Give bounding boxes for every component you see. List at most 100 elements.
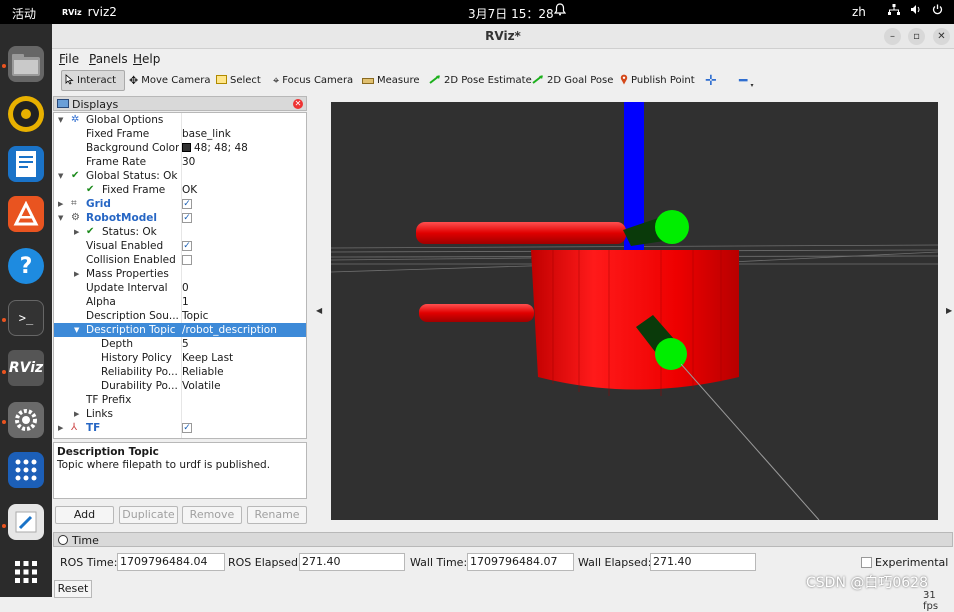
tree-row-global-status[interactable]: ▼ ✔ Global Status: Ok <box>54 169 306 183</box>
window-title: RViz* <box>485 29 521 43</box>
visual-enabled-checkbox[interactable]: ✓ <box>182 241 192 251</box>
tree-row-fixed-frame[interactable]: Fixed Frame base_link <box>54 127 306 141</box>
add-display-button[interactable]: Add <box>55 506 114 524</box>
text-editor-icon[interactable] <box>8 504 44 540</box>
ros-elapsed-field[interactable]: 271.40 <box>299 553 405 571</box>
menu-file[interactable]: File <box>59 52 79 66</box>
tree-row-alpha[interactable]: Alpha 1 <box>54 295 306 309</box>
tree-row-update-interval[interactable]: Update Interval 0 <box>54 281 306 295</box>
pose-estimate-tool[interactable]: 2D Pose Estimate <box>426 70 535 91</box>
tree-row-frame-rate[interactable]: Frame Rate 30 <box>54 155 306 169</box>
tree-row-description-topic[interactable]: ▼ Description Topic /robot_description <box>54 323 306 337</box>
tf-axes-icon: ⅄ <box>71 422 78 433</box>
remove-display-button[interactable]: Remove <box>182 506 242 524</box>
experimental-checkbox[interactable] <box>861 557 872 568</box>
ros-time-label: ROS Time: <box>60 556 118 569</box>
collapse-right-arrow-icon[interactable]: ▶ <box>946 306 952 315</box>
green-arrow-icon <box>532 75 544 86</box>
description-title: Description Topic <box>57 446 159 458</box>
tree-row-depth[interactable]: Depth 5 <box>54 337 306 351</box>
crosshair-icon: ⌖ <box>273 74 280 87</box>
displays-panel: Displays ✕ ▼ ✲ Global Options Fixed Fram… <box>53 96 307 571</box>
tree-row-global-options[interactable]: ▼ ✲ Global Options <box>54 113 306 127</box>
measure-tool[interactable]: Measure <box>359 70 423 91</box>
panel-close-icon[interactable]: ✕ <box>293 99 303 109</box>
menu-panels[interactable]: Panels <box>89 52 128 66</box>
tf-enabled-checkbox[interactable]: ✓ <box>182 423 192 433</box>
select-tool[interactable]: Select <box>213 70 264 91</box>
tree-row-history-policy[interactable]: History Policy Keep Last <box>54 351 306 365</box>
displays-panel-header[interactable]: Displays ✕ <box>53 96 307 111</box>
maximize-button[interactable]: ▫ <box>908 28 925 45</box>
move-camera-tool[interactable]: ✥ Move Camera <box>126 70 213 91</box>
help-app-icon[interactable]: ? <box>8 248 44 284</box>
ok-check-icon: ✔ <box>86 226 95 237</box>
publish-point-tool[interactable]: Publish Point <box>617 70 698 91</box>
duplicate-display-button[interactable]: Duplicate <box>119 506 178 524</box>
rviz-app-dock-icon[interactable]: RViz <box>8 350 44 386</box>
minimize-button[interactable]: – <box>884 28 901 45</box>
tree-row-durability-policy[interactable]: Durability Po... Volatile <box>54 379 306 393</box>
window-titlebar[interactable]: RViz* – ▫ ✕ <box>52 24 954 49</box>
tree-row-robotmodel[interactable]: ▼ ⚙ RobotModel ✓ <box>54 211 306 225</box>
displays-tree[interactable]: ▼ ✲ Global Options Fixed Frame base_link… <box>53 112 307 439</box>
add-tool-icon[interactable]: ✛ <box>702 70 720 91</box>
tree-row-links[interactable]: ▶ Links <box>54 407 306 421</box>
tree-row-visual-enabled[interactable]: Visual Enabled ✓ <box>54 239 306 253</box>
tree-row-mass-properties[interactable]: ▶ Mass Properties <box>54 267 306 281</box>
tree-row-tf[interactable]: ▶ ⅄ TF ✓ <box>54 421 306 435</box>
terminal-app-icon[interactable]: >_ <box>8 300 44 336</box>
select-rectangle-icon <box>216 75 227 86</box>
menu-bar: File Panels Help <box>52 50 954 68</box>
interact-tool[interactable]: Interact <box>61 70 125 91</box>
app-grid-icon[interactable] <box>8 452 44 488</box>
tree-row-grid[interactable]: ▶ ⌗ Grid ✓ <box>54 197 306 211</box>
close-button[interactable]: ✕ <box>933 28 950 45</box>
power-icon <box>932 4 943 18</box>
activities-button[interactable]: 活动 <box>12 5 36 22</box>
rename-display-button[interactable]: Rename <box>247 506 307 524</box>
notification-bell-icon[interactable] <box>553 3 567 20</box>
monitor-icon <box>57 99 69 108</box>
watermark: CSDN @白巧0628 <box>806 575 928 591</box>
rhythmbox-app-icon[interactable] <box>8 96 44 132</box>
menu-help[interactable]: Help <box>133 52 160 66</box>
upper-arm-link <box>416 222 626 244</box>
goal-pose-tool[interactable]: 2D Goal Pose <box>529 70 616 91</box>
system-top-bar: 活动 RViz rviz2 3月7日 15：28 zh <box>0 0 954 24</box>
time-panel-header[interactable]: Time <box>53 532 953 547</box>
system-tray[interactable] <box>888 4 943 18</box>
robot-icon: ⚙ <box>71 212 80 223</box>
wall-elapsed-field[interactable]: 271.40 <box>650 553 756 571</box>
input-language[interactable]: zh <box>852 5 866 19</box>
3d-render-viewport[interactable] <box>331 102 938 520</box>
wall-elapsed-label: Wall Elapsed: <box>578 556 652 569</box>
tree-row-tf-prefix[interactable]: TF Prefix <box>54 393 306 407</box>
writer-app-icon[interactable] <box>8 146 44 182</box>
tool-bar: Interact ✥ Move Camera Select ⌖ Focus Ca… <box>52 68 954 93</box>
settings-app-icon[interactable] <box>8 402 44 438</box>
robotmodel-enabled-checkbox[interactable]: ✓ <box>182 213 192 223</box>
tree-row-description-source[interactable]: Description Sou... Topic <box>54 309 306 323</box>
tree-row-collision-enabled[interactable]: Collision Enabled <box>54 253 306 267</box>
collision-enabled-checkbox[interactable] <box>182 255 192 265</box>
reset-button[interactable]: Reset <box>54 580 92 598</box>
app-menu[interactable]: RViz rviz2 <box>62 5 117 19</box>
files-app-icon[interactable] <box>8 46 44 82</box>
wall-time-field[interactable]: 1709796484.07 <box>467 553 574 571</box>
grid-enabled-checkbox[interactable]: ✓ <box>182 199 192 209</box>
ok-check-icon: ✔ <box>86 184 95 195</box>
collapse-left-arrow-icon[interactable]: ◀ <box>316 306 322 315</box>
tree-row-robot-status[interactable]: ▶ ✔ Status: Ok <box>54 225 306 239</box>
software-center-icon[interactable] <box>8 196 44 232</box>
focus-camera-tool[interactable]: ⌖ Focus Camera <box>270 70 356 91</box>
tree-row-background-color[interactable]: Background Color 48; 48; 48 <box>54 141 306 155</box>
tree-row-fixed-frame-status[interactable]: ✔ Fixed Frame OK <box>54 183 306 197</box>
tree-row-reliability-policy[interactable]: Reliability Po... Reliable <box>54 365 306 379</box>
show-applications-icon[interactable] <box>8 554 44 590</box>
clock[interactable]: 3月7日 15：28 <box>468 5 554 22</box>
remove-tool-icon[interactable]: ━ ▾ <box>736 70 756 91</box>
upper-joint-cap <box>655 210 689 244</box>
ros-time-field[interactable]: 1709796484.04 <box>117 553 225 571</box>
grid-icon: ⌗ <box>71 198 77 209</box>
